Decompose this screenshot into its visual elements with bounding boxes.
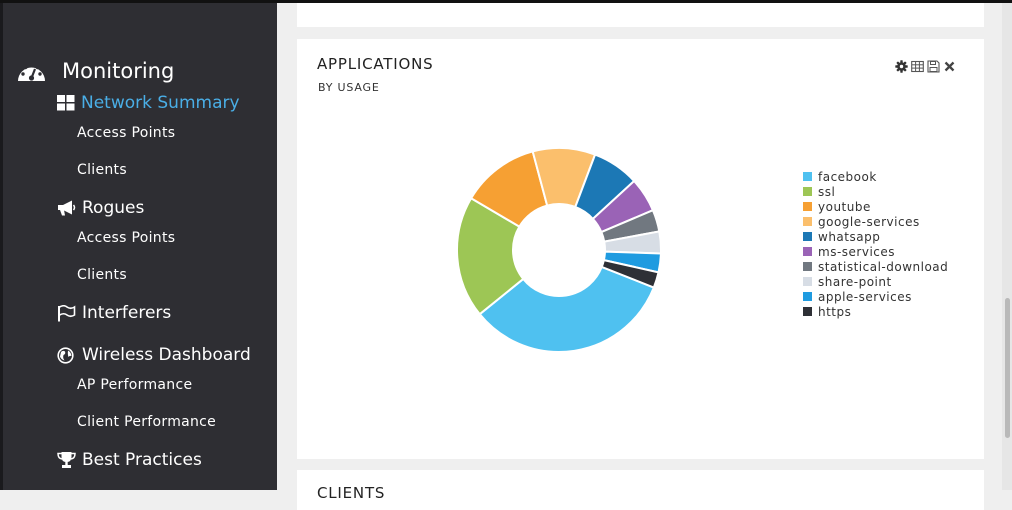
page-scrollbar[interactable] — [1002, 3, 1012, 490]
nav-rogues-clients[interactable]: Clients — [77, 267, 127, 283]
legend-label: share-point — [818, 274, 892, 289]
legend-item-https[interactable]: https — [803, 304, 948, 319]
dashboard-gauge-icon — [18, 62, 45, 81]
nav-rogues[interactable]: Rogues — [57, 198, 144, 218]
close-icon[interactable] — [943, 60, 956, 73]
nav-client-performance[interactable]: Client Performance — [77, 414, 216, 430]
legend-label: youtube — [818, 199, 871, 214]
nav-interferers[interactable]: Interferers — [57, 303, 171, 323]
legend-label: ms-services — [818, 244, 896, 259]
nav-network-summary[interactable]: Network Summary — [57, 93, 240, 113]
usage-donut-chart — [456, 147, 662, 353]
monitoring-section-title[interactable]: Monitoring — [16, 59, 174, 83]
previous-card-bottom — [297, 3, 984, 27]
nav-best-practices[interactable]: Best Practices — [57, 450, 202, 470]
nav-rogues-label: Rogues — [82, 198, 145, 218]
globe-icon — [57, 346, 74, 364]
nav-interferers-label: Interferers — [82, 303, 172, 323]
gear-icon[interactable] — [895, 60, 908, 73]
nav-wireless-dashboard[interactable]: Wireless Dashboard — [57, 345, 251, 365]
clients-card-title: CLIENTS — [317, 484, 386, 502]
legend-label: apple-services — [818, 289, 912, 304]
nav-network-summary-label: Network Summary — [81, 93, 240, 113]
nav-rogues-access-points[interactable]: Access Points — [77, 230, 175, 246]
legend-item-facebook[interactable]: facebook — [803, 169, 948, 184]
nav-ap-performance[interactable]: AP Performance — [77, 377, 192, 393]
trophy-icon — [57, 452, 76, 468]
legend-item-whatsapp[interactable]: whatsapp — [803, 229, 948, 244]
flag-icon — [58, 304, 76, 321]
legend-item-apple-services[interactable]: apple-services — [803, 289, 948, 304]
section-title-label: Monitoring — [62, 59, 175, 83]
legend-label: whatsapp — [818, 229, 881, 244]
legend-label: https — [818, 304, 852, 319]
legend-swatch — [803, 292, 812, 301]
legend-swatch — [803, 172, 812, 181]
legend-label: facebook — [818, 169, 877, 184]
scrollbar-thumb[interactable] — [1005, 298, 1010, 438]
applications-card: APPLICATIONS BY USAGE facebook ssl youtu… — [297, 39, 984, 459]
legend-label: ssl — [818, 184, 836, 199]
table-icon[interactable] — [911, 60, 924, 73]
legend-swatch — [803, 232, 812, 241]
card-title: APPLICATIONS — [317, 55, 434, 73]
chart-legend: facebook ssl youtube google-services whatsap… — [803, 169, 948, 319]
legend-swatch — [803, 277, 812, 286]
legend-swatch — [803, 187, 812, 196]
nav-wireless-dashboard-label: Wireless Dashboard — [82, 345, 251, 365]
nav-summary-clients[interactable]: Clients — [77, 162, 127, 178]
legend-item-share-point[interactable]: share-point — [803, 274, 948, 289]
sidebar-edge — [0, 3, 3, 490]
sidebar: Monitoring Network Summary Access Points… — [0, 3, 277, 490]
legend-swatch — [803, 217, 812, 226]
card-subtitle: BY USAGE — [318, 81, 380, 94]
legend-item-ms-services[interactable]: ms-services — [803, 244, 948, 259]
legend-item-youtube[interactable]: youtube — [803, 199, 948, 214]
legend-item-ssl[interactable]: ssl — [803, 184, 948, 199]
grid-icon — [57, 95, 75, 111]
clients-card: CLIENTS — [297, 470, 984, 510]
legend-swatch — [803, 247, 812, 256]
megaphone-icon — [58, 200, 76, 216]
main-content: APPLICATIONS BY USAGE facebook ssl youtu… — [277, 3, 1012, 510]
legend-item-statistical-download[interactable]: statistical-download — [803, 259, 948, 274]
save-icon[interactable] — [927, 60, 940, 73]
legend-swatch — [803, 307, 812, 316]
legend-label: statistical-download — [818, 259, 949, 274]
card-toolbar — [895, 60, 956, 73]
nav-best-practices-label: Best Practices — [82, 450, 202, 470]
nav-summary-access-points[interactable]: Access Points — [77, 125, 175, 141]
legend-swatch — [803, 262, 812, 271]
legend-item-google-services[interactable]: google-services — [803, 214, 948, 229]
legend-label: google-services — [818, 214, 920, 229]
legend-swatch — [803, 202, 812, 211]
